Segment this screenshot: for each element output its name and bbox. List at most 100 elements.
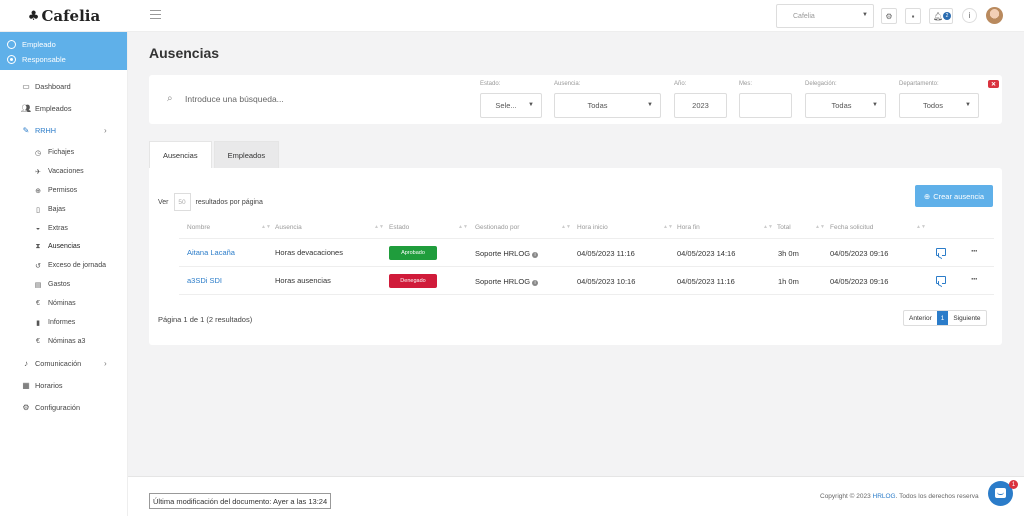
row-hora-fin: 04/05/2023 14:16	[677, 249, 736, 258]
filter-mes-label: Mes:	[739, 81, 753, 87]
menu-icon[interactable]	[150, 10, 161, 20]
filter-anio-input[interactable]: 2023	[674, 93, 727, 118]
pagination: Anterior 1 Siguiente	[903, 310, 987, 326]
sidebar-item-label: Informes	[48, 319, 76, 326]
table-divider	[179, 294, 994, 295]
plane-icon: ✈	[35, 168, 41, 176]
filter-departamento-label: Departamento:	[899, 81, 939, 87]
column-header-fecha-solicitud[interactable]: Fecha solicitud ▲▼	[830, 224, 926, 231]
column-header-hora-fin[interactable]: Hora fin ▲▼	[677, 224, 773, 231]
table-divider	[179, 238, 994, 239]
sidebar-item-bajas[interactable]: ▯ Bajas	[0, 205, 128, 214]
company-select[interactable]: Cafelia ▼	[776, 4, 874, 28]
info-icon: i	[532, 280, 539, 286]
page-size-suffix: resultados por página	[195, 198, 263, 206]
filter-estado-select[interactable]: Sele... ▼	[480, 93, 542, 118]
sidebar-item-extras[interactable]: ◒ Extras	[0, 224, 128, 233]
sidebar-item-fichajes[interactable]: ◷ Fichajes	[0, 148, 128, 157]
caret-down-icon: ▼	[965, 102, 971, 108]
filter-anio-value: 2023	[692, 101, 709, 110]
row-gestionado: Soporte HRLOG i	[475, 249, 539, 258]
sidebar-item-exceso-jornada[interactable]: ↺ Exceso de jornada	[0, 261, 128, 270]
caret-down-icon: ▼	[862, 12, 868, 18]
page-button-current[interactable]: 1	[936, 311, 949, 325]
column-header-gestionado[interactable]: Gestionado por ▲▼	[475, 224, 571, 231]
sidebar-item-rrhh[interactable]: ✎ RRHH ›	[0, 125, 128, 135]
more-options-icon[interactable]: ···	[971, 274, 978, 284]
comment-icon[interactable]	[936, 276, 946, 284]
filter-departamento-select[interactable]: Todos ▼	[899, 93, 979, 118]
role-empleado[interactable]: Empleado	[0, 37, 127, 52]
create-absence-button[interactable]: ⊕ Crear ausencia	[915, 185, 993, 207]
gear-icon[interactable]: ⚙	[881, 8, 897, 24]
copyright-link[interactable]: HRLOG	[873, 493, 896, 500]
sidebar-item-label: Empleados	[35, 103, 72, 113]
row-fecha-solicitud: 04/05/2023 09:16	[830, 277, 889, 286]
sidebar-item-gastos[interactable]: ▤ Gastos	[0, 280, 128, 289]
sidebar-item-label: Configuración	[35, 402, 81, 412]
comment-icon[interactable]	[936, 248, 946, 256]
sidebar-item-configuracion[interactable]: ⚙ Configuración	[0, 402, 128, 412]
row-nombre-link[interactable]: a3SDi SDI	[187, 276, 222, 285]
sidebar-item-empleados[interactable]: 👥︎ Empleados	[0, 103, 128, 113]
more-options-icon[interactable]: ···	[971, 246, 978, 256]
top-bar: ♣ Cafelia Cafelia ▼ ⚙ ▪ 🔔︎ 2 i	[0, 0, 1024, 32]
clear-filters-icon[interactable]: ✕	[988, 80, 999, 88]
avatar[interactable]	[986, 7, 1003, 24]
role-label: Empleado	[22, 40, 56, 49]
sidebar-item-horarios[interactable]: ▦ Horarios	[0, 380, 128, 390]
row-total: 1h 0m	[778, 277, 799, 286]
row-nombre-link[interactable]: Aitana Lacaña	[187, 248, 235, 257]
row-total: 3h 0m	[778, 249, 799, 258]
sidebar-item-vacaciones[interactable]: ✈ Vacaciones	[0, 167, 128, 176]
page-size-input[interactable]: 50	[173, 193, 191, 211]
sidebar-item-comunicacion[interactable]: ♪ Comunicación ›	[0, 358, 128, 368]
caret-down-icon: ▼	[647, 102, 653, 108]
sidebar-item-label: RRHH	[35, 125, 57, 135]
column-header-ausencia[interactable]: Ausencia ▲▼	[275, 224, 384, 231]
sidebar-item-nominas[interactable]: € Nóminas	[0, 299, 128, 308]
results-panel: Ver 50 resultados por página ⊕ Crear aus…	[149, 168, 1002, 345]
info-icon[interactable]: i	[962, 8, 977, 23]
filter-ausencia-value: Todas	[587, 101, 608, 110]
sidebar-item-label: Nóminas	[48, 300, 76, 307]
message-icon[interactable]: ▪	[905, 8, 921, 24]
sidebar-item-label: Fichajes	[48, 149, 75, 156]
tab-ausencias[interactable]: Ausencias	[149, 141, 212, 168]
prev-page-button[interactable]: Anterior	[904, 311, 937, 325]
filter-ausencia-select[interactable]: Todas ▼	[554, 93, 661, 118]
row-hora-inicio: 04/05/2023 11:16	[577, 249, 635, 258]
medkit-icon: ▯	[36, 206, 40, 214]
filter-delegacion-select[interactable]: Todas ▼	[805, 93, 886, 118]
search-input[interactable]	[185, 90, 485, 108]
filter-mes-input[interactable]	[739, 93, 792, 118]
sidebar-item-nominas-a3[interactable]: € Nóminas a3	[0, 337, 128, 346]
brand-name: Cafelia	[41, 7, 101, 25]
row-gestionado: Soporte HRLOG i	[475, 277, 539, 286]
next-page-button[interactable]: Siguiente	[948, 311, 985, 325]
column-header-nombre[interactable]: Nombre ▲▼	[187, 224, 271, 231]
footer: Última modificación del documento: Ayer …	[128, 476, 1024, 516]
page-size-prefix: Ver	[158, 198, 169, 206]
column-header-hora-inicio[interactable]: Hora inicio ▲▼	[577, 224, 673, 231]
plus-circle-icon: ⊕	[923, 191, 931, 201]
column-header-estado[interactable]: Estado ▲▼	[389, 224, 468, 231]
status-badge: Denegado	[389, 274, 437, 288]
sidebar-item-permisos[interactable]: ⊕ Permisos	[0, 186, 128, 195]
sidebar-item-label: Comunicación	[35, 358, 82, 368]
row-ausencia: Horas devacaciones	[275, 248, 343, 257]
brand-logo[interactable]: ♣ Cafelia	[0, 0, 128, 32]
column-header-total[interactable]: Total ▲▼	[777, 224, 825, 231]
sidebar-item-label: Dashboard	[35, 81, 71, 91]
sidebar-item-dashboard[interactable]: ▭ Dashboard	[0, 81, 128, 91]
role-responsable[interactable]: Responsable	[0, 52, 127, 67]
filter-panel: ⌕ ✕ Estado: Sele... ▼ Ausencia: Todas ▼ …	[149, 75, 1002, 124]
radio-icon	[7, 40, 16, 49]
search-icon: ⌕	[167, 93, 173, 104]
sidebar-item-ausencias[interactable]: ⧗ Ausencias	[0, 242, 128, 251]
notifications-button[interactable]: 🔔︎ 2	[929, 8, 953, 24]
tab-empleados[interactable]: Empleados	[213, 141, 280, 168]
role-label: Responsable	[22, 55, 66, 64]
sidebar-item-informes[interactable]: ▮ Informes	[0, 318, 128, 327]
filter-ausencia-label: Ausencia:	[554, 81, 581, 87]
